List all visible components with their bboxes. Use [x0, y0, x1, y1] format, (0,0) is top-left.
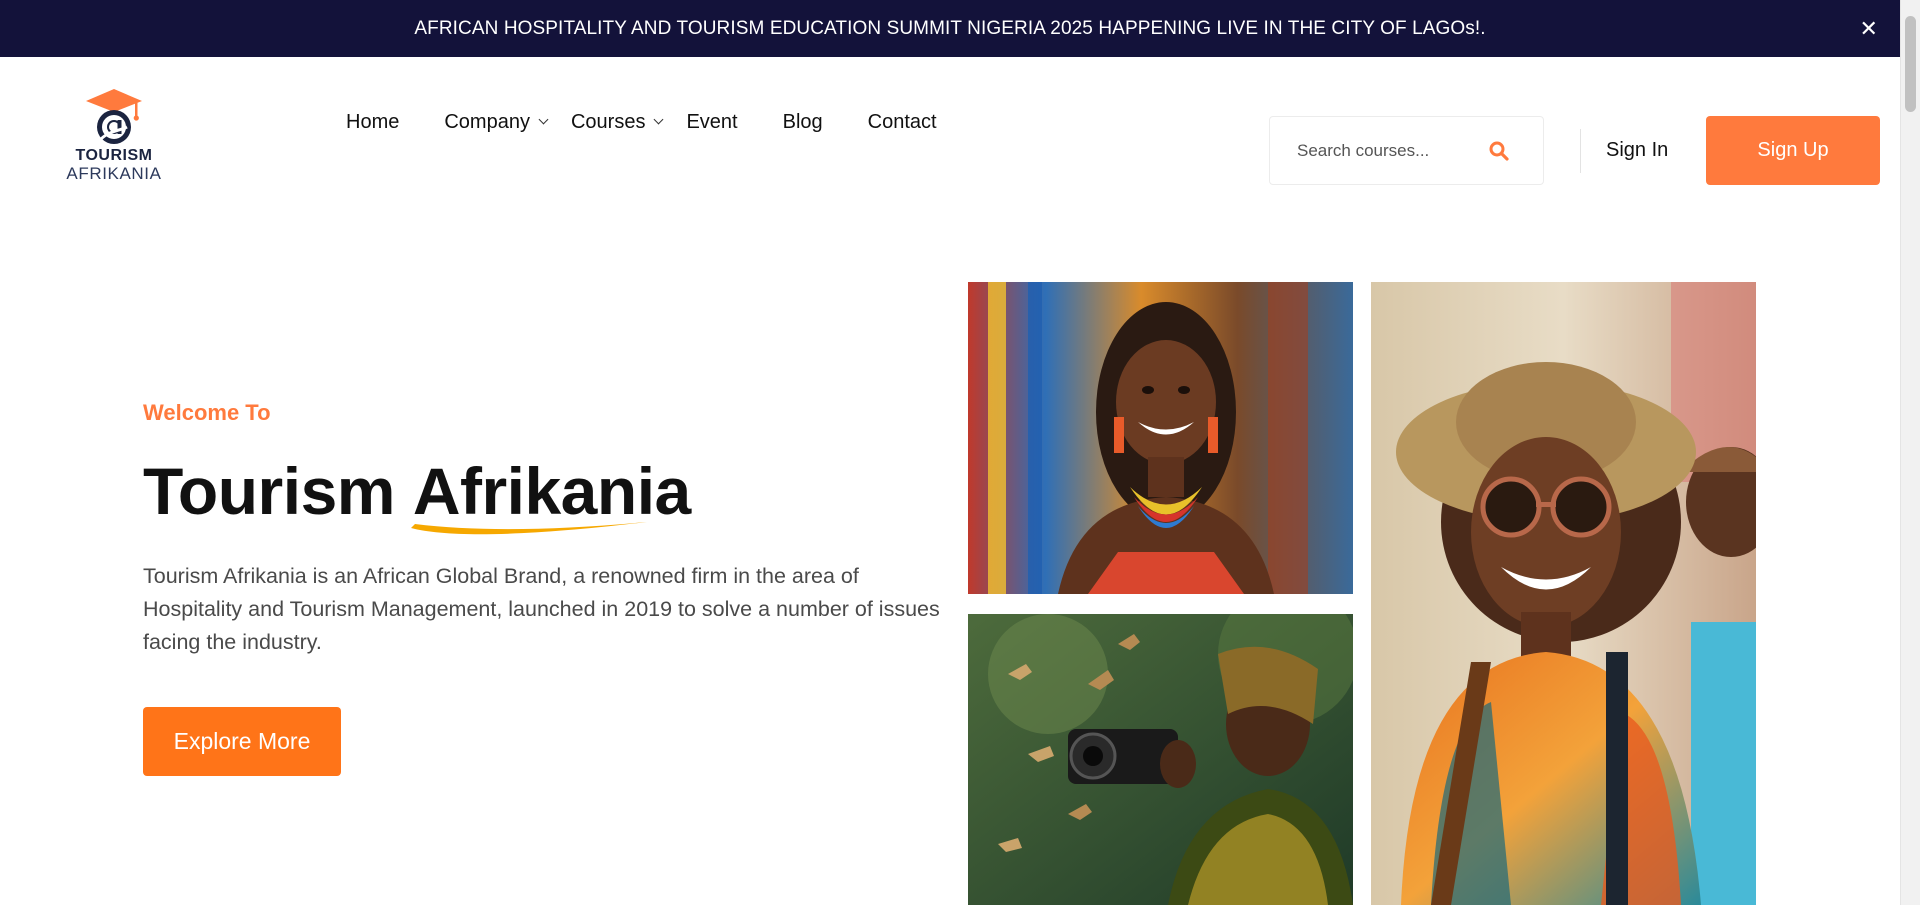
announcement-text: AFRICAN HOSPITALITY AND TOURISM EDUCATIO…	[414, 17, 1486, 39]
announcement-bar: AFRICAN HOSPITALITY AND TOURISM EDUCATIO…	[0, 0, 1900, 57]
search-input[interactable]	[1295, 139, 1485, 162]
underline-swoosh-icon	[410, 522, 647, 535]
nav-blog-label: Blog	[782, 110, 823, 133]
nav-home-label: Home	[346, 110, 400, 133]
nav-courses[interactable]: Courses	[570, 110, 664, 134]
scrollbar-thumb[interactable]	[1905, 16, 1916, 112]
nav-company[interactable]: Company	[444, 110, 549, 134]
logo-emblem-icon	[86, 89, 142, 144]
hero-photo-photographer-birds	[968, 614, 1353, 905]
chevron-down-icon	[654, 114, 664, 125]
nav-event-label: Event	[686, 110, 738, 133]
scrollbar[interactable]	[1900, 0, 1920, 905]
logo[interactable]: TOURISM AFRIKANIA	[58, 87, 170, 187]
hero-title-plain: Tourism	[143, 454, 395, 528]
hero-description: Tourism Afrikania is an African Global B…	[143, 564, 940, 654]
sign-in-link[interactable]: Sign In	[1606, 139, 1668, 162]
sign-up-button[interactable]: Sign Up	[1706, 116, 1880, 185]
site-header: TOURISM AFRIKANIA Home Company Courses E…	[0, 57, 1900, 187]
hero-eyebrow: Welcome To	[143, 400, 271, 425]
main-nav: Home Company Courses Event Blog Contact	[346, 57, 937, 187]
search-box	[1269, 116, 1544, 185]
nav-courses-label: Courses	[570, 110, 646, 133]
search-icon[interactable]	[1489, 141, 1509, 166]
logo-text-tourism: TOURISM	[75, 147, 153, 164]
nav-company-label: Company	[444, 110, 530, 133]
hero-title-accent-wrap: Afrikania	[410, 458, 691, 535]
explore-more-button[interactable]: Explore More	[143, 707, 341, 776]
close-icon[interactable]: ✕	[1859, 17, 1878, 40]
nav-blog[interactable]: Blog	[783, 111, 823, 134]
nav-event[interactable]: Event	[686, 111, 737, 134]
nav-contact[interactable]: Contact	[868, 111, 937, 134]
header-divider	[1580, 129, 1581, 173]
nav-home[interactable]: Home	[346, 111, 399, 134]
hero-photo-traveler-hat	[1371, 282, 1756, 905]
chevron-down-icon	[538, 114, 549, 125]
nav-contact-label: Contact	[867, 110, 937, 133]
logo-text-afrikania: AFRIKANIA	[66, 164, 162, 183]
hero-photo-market-woman	[968, 282, 1353, 594]
hero-title: Tourism Afrikania	[143, 458, 691, 535]
